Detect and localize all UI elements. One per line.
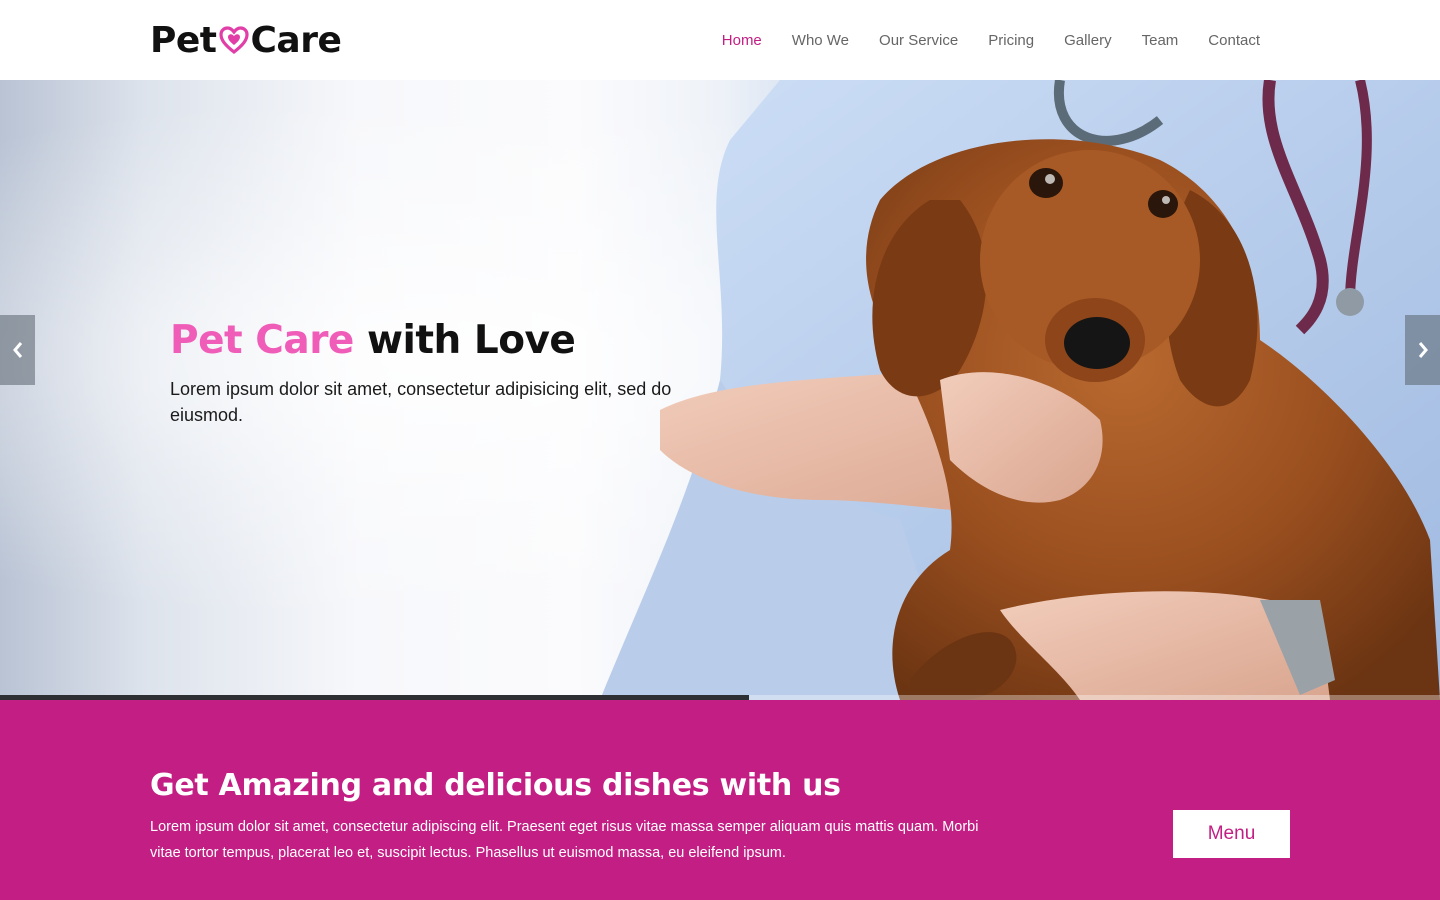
nav-item-contact[interactable]: Contact xyxy=(1193,32,1275,49)
main-nav: Home Who We Our Service Pricing Gallery … xyxy=(707,0,1275,80)
hero-title-accent: Pet Care xyxy=(170,318,354,363)
logo-text-care: Care xyxy=(250,19,342,61)
hero-subtitle: Lorem ipsum dolor sit amet, consectetur … xyxy=(170,379,672,425)
hero-title-rest: with Love xyxy=(353,318,576,363)
slider-next-button[interactable] xyxy=(1405,315,1440,385)
chevron-right-icon xyxy=(1418,342,1428,358)
nav-item-who-we[interactable]: Who We xyxy=(777,32,864,49)
logo[interactable]: Pet Care xyxy=(150,18,342,62)
nav-item-gallery[interactable]: Gallery xyxy=(1049,32,1127,49)
cta-section: Get Amazing and delicious dishes with us… xyxy=(0,700,1440,900)
hero-slider: Pet Care with Love Lorem ipsum dolor sit… xyxy=(0,80,1440,700)
cta-text: Lorem ipsum dolor sit amet, consectetur … xyxy=(150,819,979,861)
slider-prev-button[interactable] xyxy=(0,315,35,385)
heart-icon xyxy=(218,26,249,55)
site-header: Pet Care Home Who We Our Service Pricing… xyxy=(0,0,1440,80)
menu-button[interactable]: Menu xyxy=(1173,810,1290,858)
nav-item-home[interactable]: Home xyxy=(707,32,777,49)
nav-item-our-service[interactable]: Our Service xyxy=(864,32,973,49)
nav-item-pricing[interactable]: Pricing xyxy=(973,32,1049,49)
chevron-left-icon xyxy=(12,342,22,358)
logo-text-pet: Pet xyxy=(150,19,217,61)
nav-item-team[interactable]: Team xyxy=(1127,32,1194,49)
hero-title: Pet Care with Love xyxy=(170,318,576,363)
cta-title: Get Amazing and delicious dishes with us xyxy=(150,768,841,803)
